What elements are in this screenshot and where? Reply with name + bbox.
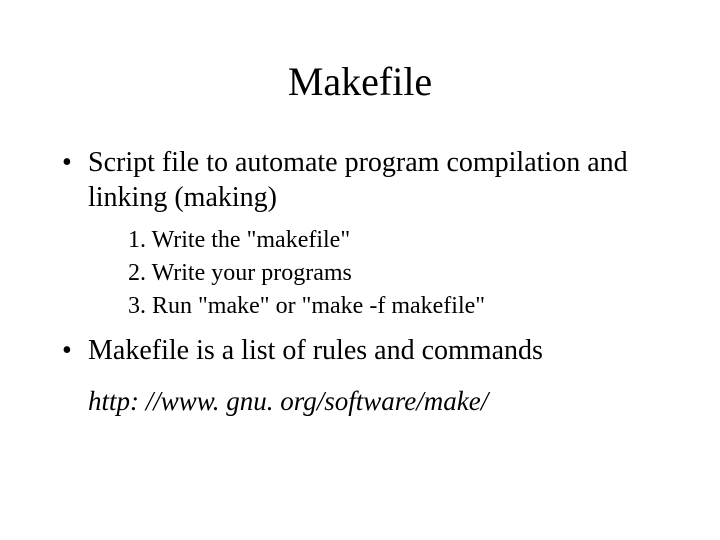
sublist-item: Write your programs bbox=[128, 258, 660, 289]
slide: Makefile Script file to automate program… bbox=[0, 0, 720, 540]
reference-link: http: //www. gnu. org/software/make/ bbox=[60, 386, 660, 417]
slide-title: Makefile bbox=[0, 58, 720, 105]
bullet-text: Script file to automate program compilat… bbox=[88, 147, 628, 213]
sublist-item: Run "make" or "make -f makefile" bbox=[128, 291, 660, 322]
sublist-item: Write the "makefile" bbox=[128, 225, 660, 256]
numbered-sublist: Write the "makefile" Write your programs… bbox=[88, 225, 660, 323]
bullet-list: Script file to automate program compilat… bbox=[60, 145, 660, 368]
bullet-item: Script file to automate program compilat… bbox=[60, 145, 660, 323]
bullet-text: Makefile is a list of rules and commands bbox=[88, 335, 543, 366]
slide-content: Script file to automate program compilat… bbox=[60, 145, 660, 417]
bullet-item: Makefile is a list of rules and commands bbox=[60, 333, 660, 368]
